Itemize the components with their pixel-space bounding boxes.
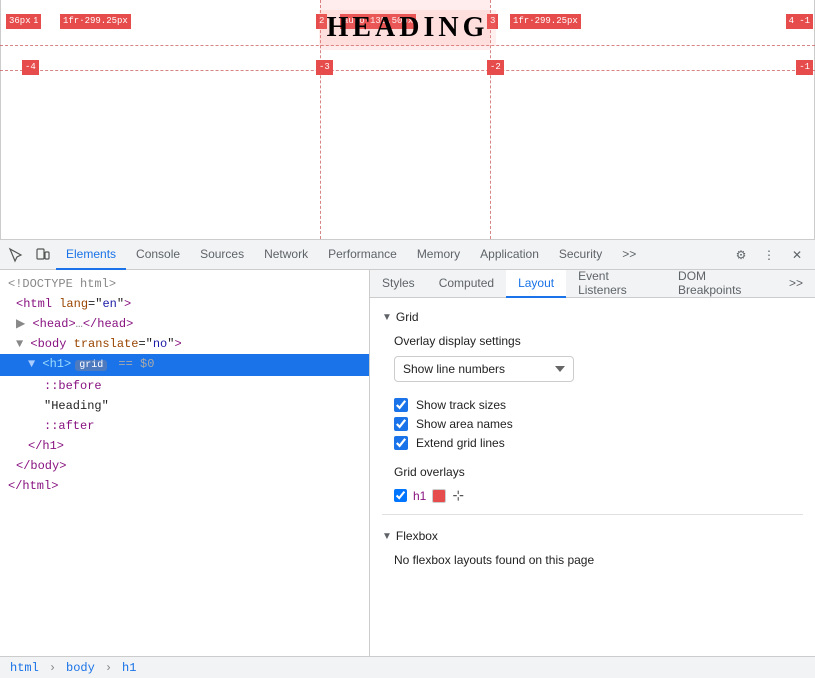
toolbar-right-actions: ⚙ ⋮ ✕	[729, 243, 811, 267]
breadcrumb-body[interactable]: body	[64, 661, 97, 675]
breadcrumb-html[interactable]: html	[8, 661, 41, 675]
dom-after[interactable]: ::after	[0, 416, 369, 436]
tab-sources[interactable]: Sources	[190, 240, 254, 270]
right-panel: Styles Computed Layout Event Listeners D…	[370, 270, 815, 656]
right-tab-dom-breakpoints[interactable]: DOM Breakpoints	[666, 270, 777, 298]
flexbox-section: ▼ Flexbox No flexbox layouts found on th…	[382, 525, 803, 573]
right-tab-styles[interactable]: Styles	[370, 270, 427, 298]
right-tab-computed[interactable]: Computed	[427, 270, 506, 298]
device-toggle-button[interactable]	[30, 243, 54, 267]
grid-overlay-checkbox[interactable]	[394, 489, 407, 502]
overlay-settings-label: Overlay display settings	[394, 334, 803, 348]
tab-network[interactable]: Network	[254, 240, 318, 270]
row-label-neg2: -2	[487, 60, 504, 75]
section-divider	[382, 514, 803, 515]
breadcrumb-h1[interactable]: h1	[120, 661, 138, 675]
show-area-names-label: Show area names	[416, 417, 513, 431]
grid-settings-container: Overlay display settings Show line numbe…	[382, 334, 803, 504]
right-tab-layout[interactable]: Layout	[506, 270, 566, 298]
tab-memory[interactable]: Memory	[407, 240, 470, 270]
extend-grid-lines-checkbox[interactable]	[394, 436, 408, 450]
devtools-panel: Elements Console Sources Network Perform…	[0, 240, 815, 656]
extend-grid-lines-label: Extend grid lines	[416, 436, 505, 450]
grid-section-header[interactable]: ▼ Grid	[382, 306, 803, 328]
overlay-color-swatch[interactable]	[432, 489, 446, 503]
status-bar: html › body › h1	[0, 656, 815, 678]
flexbox-arrow-icon: ▼	[382, 531, 392, 542]
line-numbers-dropdown[interactable]: Show line numbers Show track sizes Hide …	[394, 356, 574, 382]
right-tab-more[interactable]: >>	[777, 270, 815, 298]
dom-panel[interactable]: <!DOCTYPE html> <html lang="en"> ▶ <head…	[0, 270, 370, 656]
tab-performance[interactable]: Performance	[318, 240, 407, 270]
grid-vline-left	[0, 0, 1, 239]
row-height-label: 36px	[6, 14, 34, 29]
no-flexbox-message: No flexbox layouts found on this page	[382, 547, 803, 573]
dom-body-close[interactable]: </body>	[0, 456, 369, 476]
col-label-neg1: -1	[796, 14, 813, 29]
inspect-element-button[interactable]	[4, 243, 28, 267]
devtools-body: <!DOCTYPE html> <html lang="en"> ▶ <head…	[0, 270, 815, 656]
show-track-sizes-row: Show track sizes	[394, 398, 803, 412]
devtools-tab-list: Elements Console Sources Network Perform…	[56, 240, 729, 270]
overlay-cursor-icon[interactable]: ⊹	[452, 487, 464, 504]
dom-string[interactable]: "Heading"	[0, 396, 369, 416]
overlay-tag: h1	[413, 489, 426, 503]
dom-html-close[interactable]: </html>	[0, 476, 369, 496]
dropdown-container: Show line numbers Show track sizes Hide …	[394, 356, 803, 390]
show-track-sizes-label: Show track sizes	[416, 398, 506, 412]
flexbox-section-title: Flexbox	[396, 529, 438, 543]
show-area-names-checkbox[interactable]	[394, 417, 408, 431]
track-label-1fr-right: 1fr·299.25px	[510, 14, 581, 29]
close-devtools-button[interactable]: ✕	[785, 243, 809, 267]
grid-hline-2	[0, 70, 815, 71]
dom-h1[interactable]: ▼ <h1>grid == $0	[0, 354, 369, 376]
tab-elements[interactable]: Elements	[56, 240, 126, 270]
show-track-sizes-checkbox[interactable]	[394, 398, 408, 412]
grid-section-title: Grid	[396, 310, 419, 324]
tab-application[interactable]: Application	[470, 240, 549, 270]
row-label-neg3: -3	[316, 60, 333, 75]
row-label-neg4: -4	[22, 60, 39, 75]
dom-head[interactable]: ▶ <head>…</head>	[0, 314, 369, 334]
grid-overlays-title: Grid overlays	[394, 465, 803, 479]
dom-body[interactable]: ▼ <body translate="no">	[0, 334, 369, 354]
tab-security[interactable]: Security	[549, 240, 612, 270]
grid-arrow-icon: ▼	[382, 312, 392, 323]
spacer	[394, 455, 803, 465]
track-label-1fr-left: 1fr·299.25px	[60, 14, 131, 29]
right-tab-event-listeners[interactable]: Event Listeners	[566, 270, 666, 298]
breadcrumb-sep-2: ›	[105, 661, 112, 675]
dom-h1-close[interactable]: </h1>	[0, 436, 369, 456]
row-label-neg1-b: -1	[796, 60, 813, 75]
dom-html[interactable]: <html lang="en">	[0, 294, 369, 314]
settings-button[interactable]: ⚙	[729, 243, 753, 267]
tab-more[interactable]: >>	[612, 240, 646, 270]
dom-before[interactable]: ::before	[0, 376, 369, 396]
right-tab-list: Styles Computed Layout Event Listeners D…	[370, 270, 815, 298]
grid-overlay-row-h1: h1 ⊹	[394, 487, 803, 504]
right-content: ▼ Grid Overlay display settings Show lin…	[370, 298, 815, 656]
more-options-button[interactable]: ⋮	[757, 243, 781, 267]
extend-grid-lines-row: Extend grid lines	[394, 436, 803, 450]
tab-console[interactable]: Console	[126, 240, 190, 270]
breadcrumb-sep-1: ›	[49, 661, 56, 675]
show-area-names-row: Show area names	[394, 417, 803, 431]
dom-doctype[interactable]: <!DOCTYPE html>	[0, 274, 369, 294]
viewport-area: 1 -1 4 1 2 3 -1 -4 -3 -2 -1 1fr·299.25px…	[0, 0, 815, 240]
flexbox-section-header[interactable]: ▼ Flexbox	[382, 525, 803, 547]
page-heading: HEADING	[319, 10, 497, 46]
devtools-toolbar: Elements Console Sources Network Perform…	[0, 240, 815, 270]
